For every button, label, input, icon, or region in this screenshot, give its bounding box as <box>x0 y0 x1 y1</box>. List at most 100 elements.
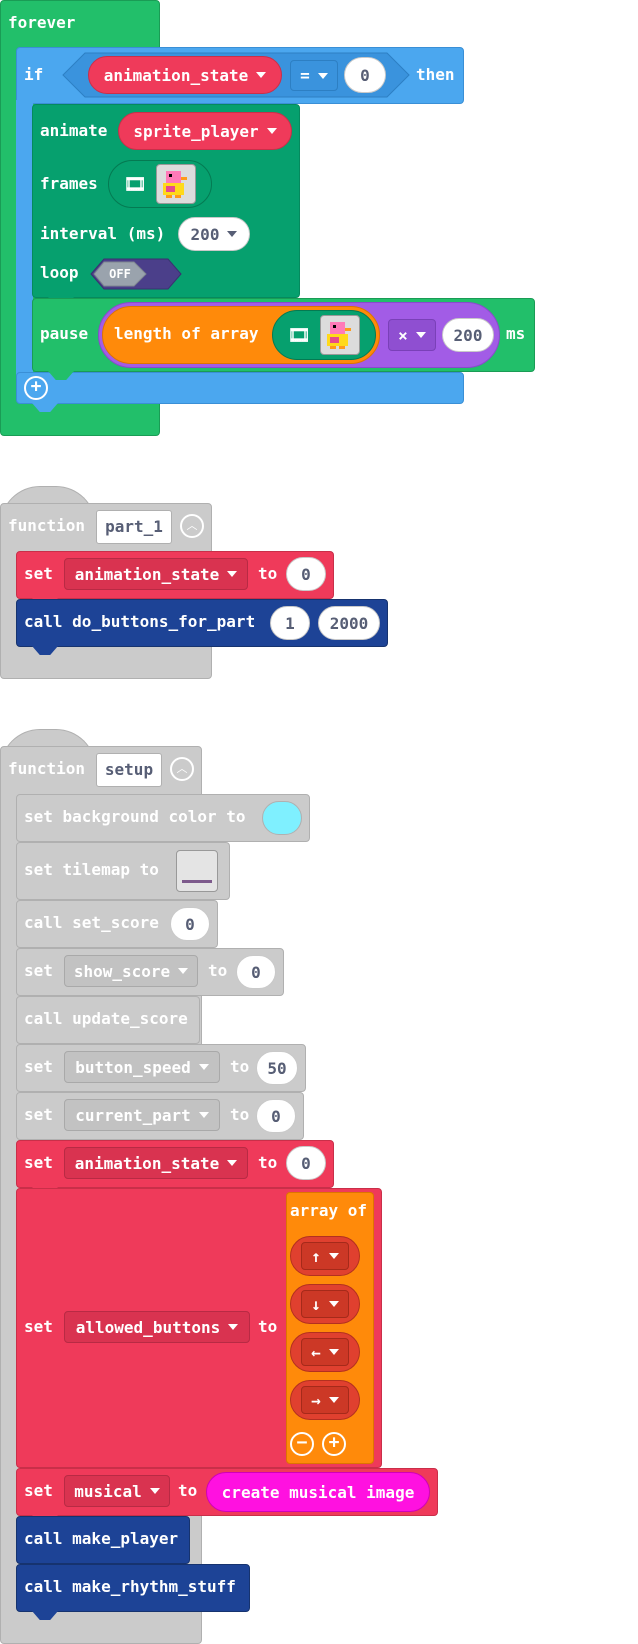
math-operator-dropdown[interactable]: × <box>388 319 436 351</box>
chevron-down-icon <box>328 1397 339 1403</box>
variable-dropdown[interactable]: animation_state <box>64 558 248 590</box>
array-item-right-dropdown[interactable]: → <box>290 1380 360 1420</box>
length-of-array-label: length of array <box>114 324 259 343</box>
chevron-down-icon <box>227 1160 238 1166</box>
sprite-dropdown[interactable]: sprite_player <box>118 112 292 150</box>
chevron-down-icon <box>317 72 328 79</box>
current-part-value-field[interactable]: 0 <box>256 1099 296 1133</box>
call-update-score-label: call update_score <box>24 1009 188 1028</box>
show-score-value-field[interactable]: 0 <box>236 955 276 989</box>
left-arrow-icon: ← <box>311 1342 321 1362</box>
function-part1-label: function <box>8 516 86 535</box>
array-item-left-dropdown[interactable]: ← <box>290 1332 360 1372</box>
frames-animation-picker[interactable]: 🎞 <box>108 160 212 208</box>
arg2-field[interactable]: 2000 <box>318 606 380 640</box>
right-arrow-selector: → <box>301 1386 349 1414</box>
pause-multiplier-field[interactable]: 200 <box>442 318 494 352</box>
set-label: set <box>24 1317 53 1336</box>
add-else-button[interactable]: + <box>24 376 48 400</box>
set-label: set <box>24 1481 53 1500</box>
show-score-dropdown[interactable]: show_score <box>64 955 198 987</box>
call-set-score-label: call set_score <box>24 913 159 932</box>
button-speed-dropdown[interactable]: button_speed <box>64 1051 220 1083</box>
chevron-down-icon <box>198 1064 209 1070</box>
set-score-value-field[interactable]: 0 <box>170 907 210 941</box>
add-item-button[interactable]: + <box>322 1432 346 1456</box>
ms-label: ms <box>506 324 526 343</box>
chevron-down-icon <box>415 332 426 338</box>
chevron-down-icon <box>149 1488 160 1494</box>
call-make-player-label: call make_player <box>24 1529 179 1548</box>
loop-label: loop <box>40 263 79 282</box>
to-label: to <box>258 564 278 583</box>
current-part-dropdown[interactable]: current_part <box>64 1099 220 1131</box>
to-label: to <box>258 1153 278 1172</box>
function-part1-name-field[interactable]: part_1 <box>96 510 172 544</box>
variable-label: allowed_buttons <box>75 1317 221 1337</box>
chevron-down-icon <box>266 128 277 134</box>
set-label: set <box>24 961 53 980</box>
variable-label: musical <box>74 1481 142 1501</box>
collapse-icon[interactable]: ︿ <box>180 514 204 538</box>
interval-dropdown[interactable]: 200 <box>178 217 250 251</box>
set-background-color-label: set background color to <box>24 807 246 826</box>
array-item-down-dropdown[interactable]: ↓ <box>290 1284 360 1324</box>
call-make-rhythm-stuff-label: call make_rhythm_stuff <box>24 1577 236 1596</box>
variable-dropdown[interactable]: allowed_buttons <box>64 1311 250 1343</box>
loop-toggle-label: OFF <box>109 267 131 281</box>
chevron-down-icon <box>328 1349 339 1355</box>
forever-label: forever <box>8 13 76 32</box>
condition-variable-label: animation_state <box>103 65 249 85</box>
chevron-down-icon <box>198 1112 209 1118</box>
to-label: to <box>208 961 228 980</box>
background-color-swatch[interactable] <box>262 801 302 835</box>
variable-dropdown[interactable]: animation_state <box>64 1147 248 1179</box>
up-arrow-icon: ↑ <box>311 1246 321 1266</box>
down-arrow-selector: ↓ <box>301 1290 349 1318</box>
condition-variable-dropdown[interactable]: animation_state <box>88 56 282 94</box>
sprite-thumbnail <box>320 315 361 355</box>
chevron-down-icon <box>227 571 238 577</box>
animate-label: animate <box>40 121 108 140</box>
then-label: then <box>416 65 455 84</box>
film-icon: 🎞 <box>123 173 147 195</box>
set-label: set <box>24 1057 53 1076</box>
function-setup-name-field[interactable]: setup <box>96 753 162 787</box>
chevron-down-icon <box>256 72 267 78</box>
set-label: set <box>24 1105 53 1124</box>
up-arrow-selector: ↑ <box>301 1242 349 1270</box>
variable-label: button_speed <box>75 1057 191 1077</box>
interval-label: interval (ms) <box>40 224 166 243</box>
pause-label: pause <box>40 324 89 343</box>
value-field[interactable]: 0 <box>286 557 326 591</box>
arg1-field[interactable]: 1 <box>270 606 310 640</box>
chevron-down-icon <box>227 231 238 237</box>
duck-sprite-icon <box>327 322 352 349</box>
array-animation-picker[interactable]: 🎞 <box>272 310 376 360</box>
remove-item-button[interactable]: − <box>290 1432 314 1456</box>
sprite-label: sprite_player <box>133 121 259 141</box>
operator-dropdown[interactable]: = <box>290 60 338 91</box>
to-label: to <box>230 1057 250 1076</box>
interval-value: 200 <box>190 224 220 244</box>
tilemap-preview-icon <box>182 880 212 883</box>
tilemap-thumbnail[interactable] <box>176 850 218 892</box>
variable-label: current_part <box>75 1105 191 1125</box>
to-label: to <box>230 1105 250 1124</box>
button-speed-value-field[interactable]: 50 <box>256 1051 298 1085</box>
array-of-block[interactable] <box>286 1192 374 1464</box>
to-label: to <box>258 1317 278 1336</box>
variable-dropdown[interactable]: musical <box>64 1475 170 1507</box>
array-item-up-dropdown[interactable]: ↑ <box>290 1236 360 1276</box>
film-icon: 🎞 <box>287 324 311 346</box>
chevron-down-icon <box>328 1253 339 1259</box>
create-musical-image-block[interactable]: create musical image <box>206 1472 430 1512</box>
chevron-down-icon <box>328 1301 339 1307</box>
collapse-icon[interactable]: ︿ <box>170 757 194 781</box>
sprite-thumbnail <box>156 164 197 204</box>
set-label: set <box>24 1153 53 1172</box>
value-field[interactable]: 0 <box>286 1146 326 1180</box>
to-label: to <box>178 1481 198 1500</box>
condition-value-field[interactable]: 0 <box>344 57 386 93</box>
duck-sprite-icon <box>163 171 188 198</box>
